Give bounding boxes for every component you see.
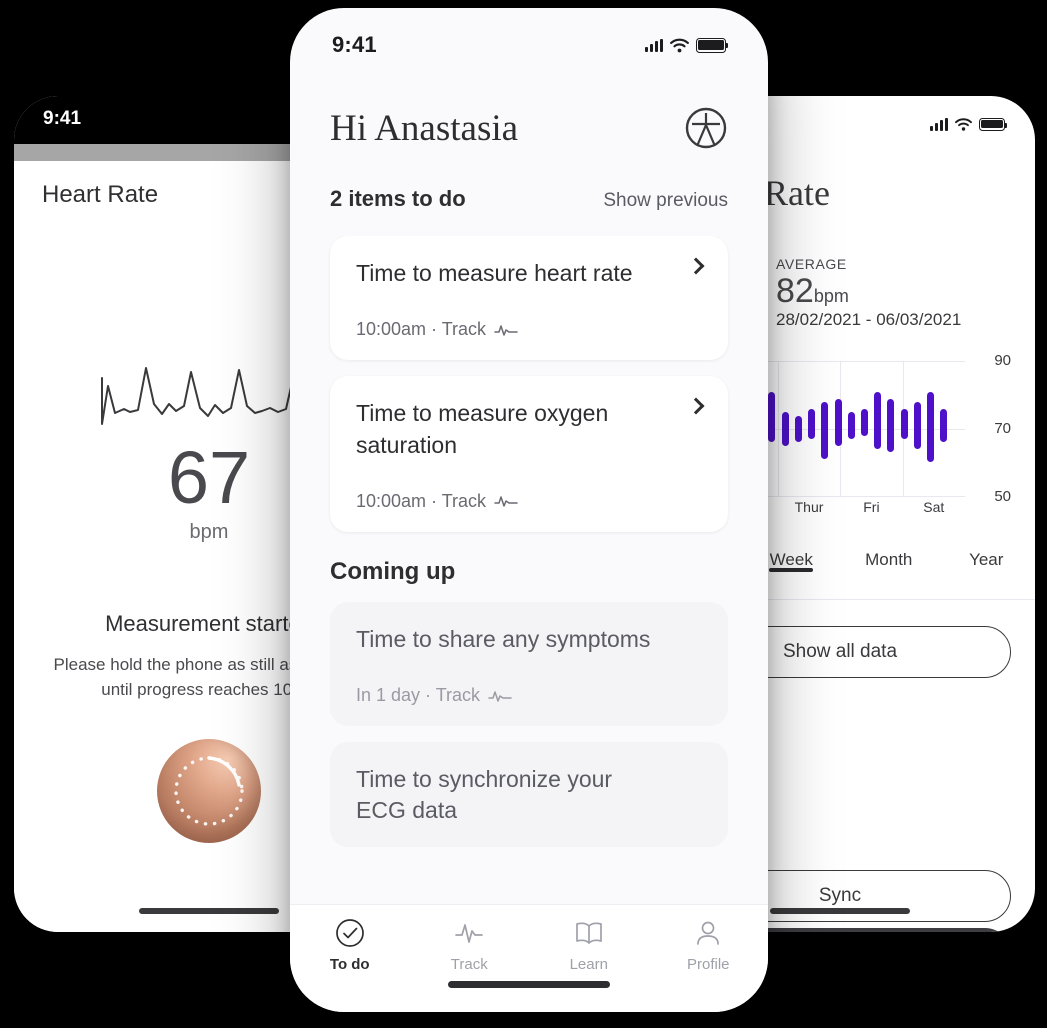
chart-range-bar — [887, 398, 895, 453]
chart-range-bar — [847, 412, 855, 440]
tab-learn[interactable]: Learn — [529, 917, 649, 973]
tab-profile[interactable]: Profile — [649, 917, 769, 973]
chart-range-bar — [834, 398, 842, 446]
todo-subheader: 2 items to do Show previous — [330, 186, 728, 212]
tab-track[interactable]: Track — [410, 917, 530, 973]
coming-up-card[interactable]: Time to share any symptoms In 1 day · Tra… — [330, 601, 728, 727]
todo-card[interactable]: Time to measure oxygen saturation 10:00am… — [330, 376, 728, 532]
coming-up-card-meta: In 1 day · Track — [356, 685, 702, 706]
todo-list-scroll[interactable]: Time to measure heart rate 10:00am · Trac… — [290, 236, 768, 904]
x-axis-tick-label: Fri — [863, 499, 880, 515]
y-axis-tick-top: 90 — [994, 352, 1011, 369]
average-label: AVERAGE — [776, 256, 847, 272]
pulse-icon — [488, 690, 512, 702]
center-phone-device: 9:41 Hi Anastasia 2 items to do Show pre… — [290, 8, 768, 1012]
tab-label: Track — [450, 956, 488, 973]
todo-card-title: Time to measure heart rate — [356, 260, 633, 286]
range-tab-year[interactable]: Year — [938, 544, 1036, 570]
tab-to-do[interactable]: To do — [290, 917, 410, 973]
chart-range-bar — [821, 402, 829, 460]
tab-label: Profile — [686, 956, 730, 973]
y-axis-tick-bottom: 50 — [994, 488, 1011, 505]
coming-up-card-title: Time to share any symptoms — [356, 625, 651, 652]
average-value-row: 82bpm — [776, 272, 1011, 310]
center-status-bar: 9:41 — [290, 8, 768, 82]
x-axis-tick-label: Sat — [923, 499, 945, 515]
fingertip-progress-circle — [157, 739, 261, 843]
chart-range-bar — [900, 408, 908, 440]
todo-count-label: 2 items to do — [330, 186, 466, 211]
tab-label: To do — [329, 956, 370, 973]
x-axis-tick-label: Thur — [794, 499, 824, 515]
todo-card-title: Time to measure oxygen saturation — [356, 400, 609, 458]
pulse-icon — [455, 924, 484, 943]
home-indicator — [139, 908, 279, 914]
screenshot-stage: 9:41 Heart Rate 67 bpm Measurement start… — [0, 0, 1047, 1028]
coming-up-card[interactable]: Time to synchronize your ECG data — [330, 742, 728, 847]
battery-icon — [979, 117, 1008, 131]
pulse-icon — [494, 325, 518, 336]
average-value: 82 — [776, 272, 814, 310]
average-unit: bpm — [813, 286, 849, 306]
chart-range-bar — [874, 392, 882, 450]
page-title: Heart Rate — [42, 181, 159, 208]
home-indicator — [770, 908, 910, 914]
chart-gridline-vertical — [777, 362, 779, 496]
battery-icon — [696, 37, 729, 53]
chart-range-bar — [781, 412, 789, 446]
coming-up-card-title: Time to synchronize your ECG data — [356, 766, 613, 824]
status-bar-time: 9:41 — [332, 32, 377, 57]
cellular-signal-icon — [645, 38, 663, 52]
wifi-icon — [670, 38, 689, 52]
greeting-text: Hi Anastasia — [330, 107, 519, 149]
todo-card-meta-text: 10:00am · Track — [356, 319, 487, 340]
todo-card-meta-text: 10:00am · Track — [356, 490, 487, 511]
y-axis-tick-mid: 70 — [994, 420, 1011, 437]
person-icon — [697, 921, 720, 945]
chart-range-bar — [768, 392, 776, 443]
chart-range-bar — [794, 415, 802, 443]
status-bar-icons — [930, 117, 1008, 131]
status-bar-time: 9:41 — [43, 108, 82, 129]
pulse-icon — [494, 496, 518, 508]
average-block: AVERAGE 82bpm 28/02/2021 - 06/03/2021 — [776, 256, 1011, 330]
show-previous-link[interactable]: Show previous — [603, 190, 728, 212]
progress-ring-icon — [174, 756, 244, 826]
measurement-hint-line2: until progress reaches 100% — [101, 679, 317, 699]
home-indicator — [448, 981, 610, 988]
chart-range-bar — [861, 408, 869, 436]
coming-up-card-meta-text: In 1 day · Track — [356, 685, 481, 706]
tab-label: Learn — [569, 956, 608, 973]
range-tab-month[interactable]: Month — [840, 544, 938, 570]
chart-range-bar — [927, 392, 935, 463]
bottom-tab-bar[interactable]: To do Track Learn Profile — [290, 904, 768, 1012]
check-circle-icon — [335, 919, 364, 947]
chart-range-bar — [913, 402, 921, 450]
app-logo-icon[interactable] — [684, 106, 728, 150]
chart-range-bar — [940, 408, 948, 443]
todo-card[interactable]: Time to measure heart rate 10:00am · Trac… — [330, 236, 728, 361]
todo-card-meta: 10:00am · Track — [356, 491, 702, 512]
todo-card-meta: 10:00am · Track — [356, 319, 702, 340]
chart-range-bar — [808, 408, 816, 440]
center-phone-screen: 9:41 Hi Anastasia 2 items to do Show pre… — [290, 8, 768, 1012]
book-icon — [575, 922, 602, 944]
wifi-icon — [955, 117, 972, 131]
date-range: 28/02/2021 - 06/03/2021 — [776, 310, 962, 330]
cellular-signal-icon — [930, 117, 948, 131]
status-bar-icons — [645, 37, 729, 53]
greeting-header: Hi Anastasia — [330, 106, 728, 150]
coming-up-heading: Coming up — [330, 557, 456, 585]
